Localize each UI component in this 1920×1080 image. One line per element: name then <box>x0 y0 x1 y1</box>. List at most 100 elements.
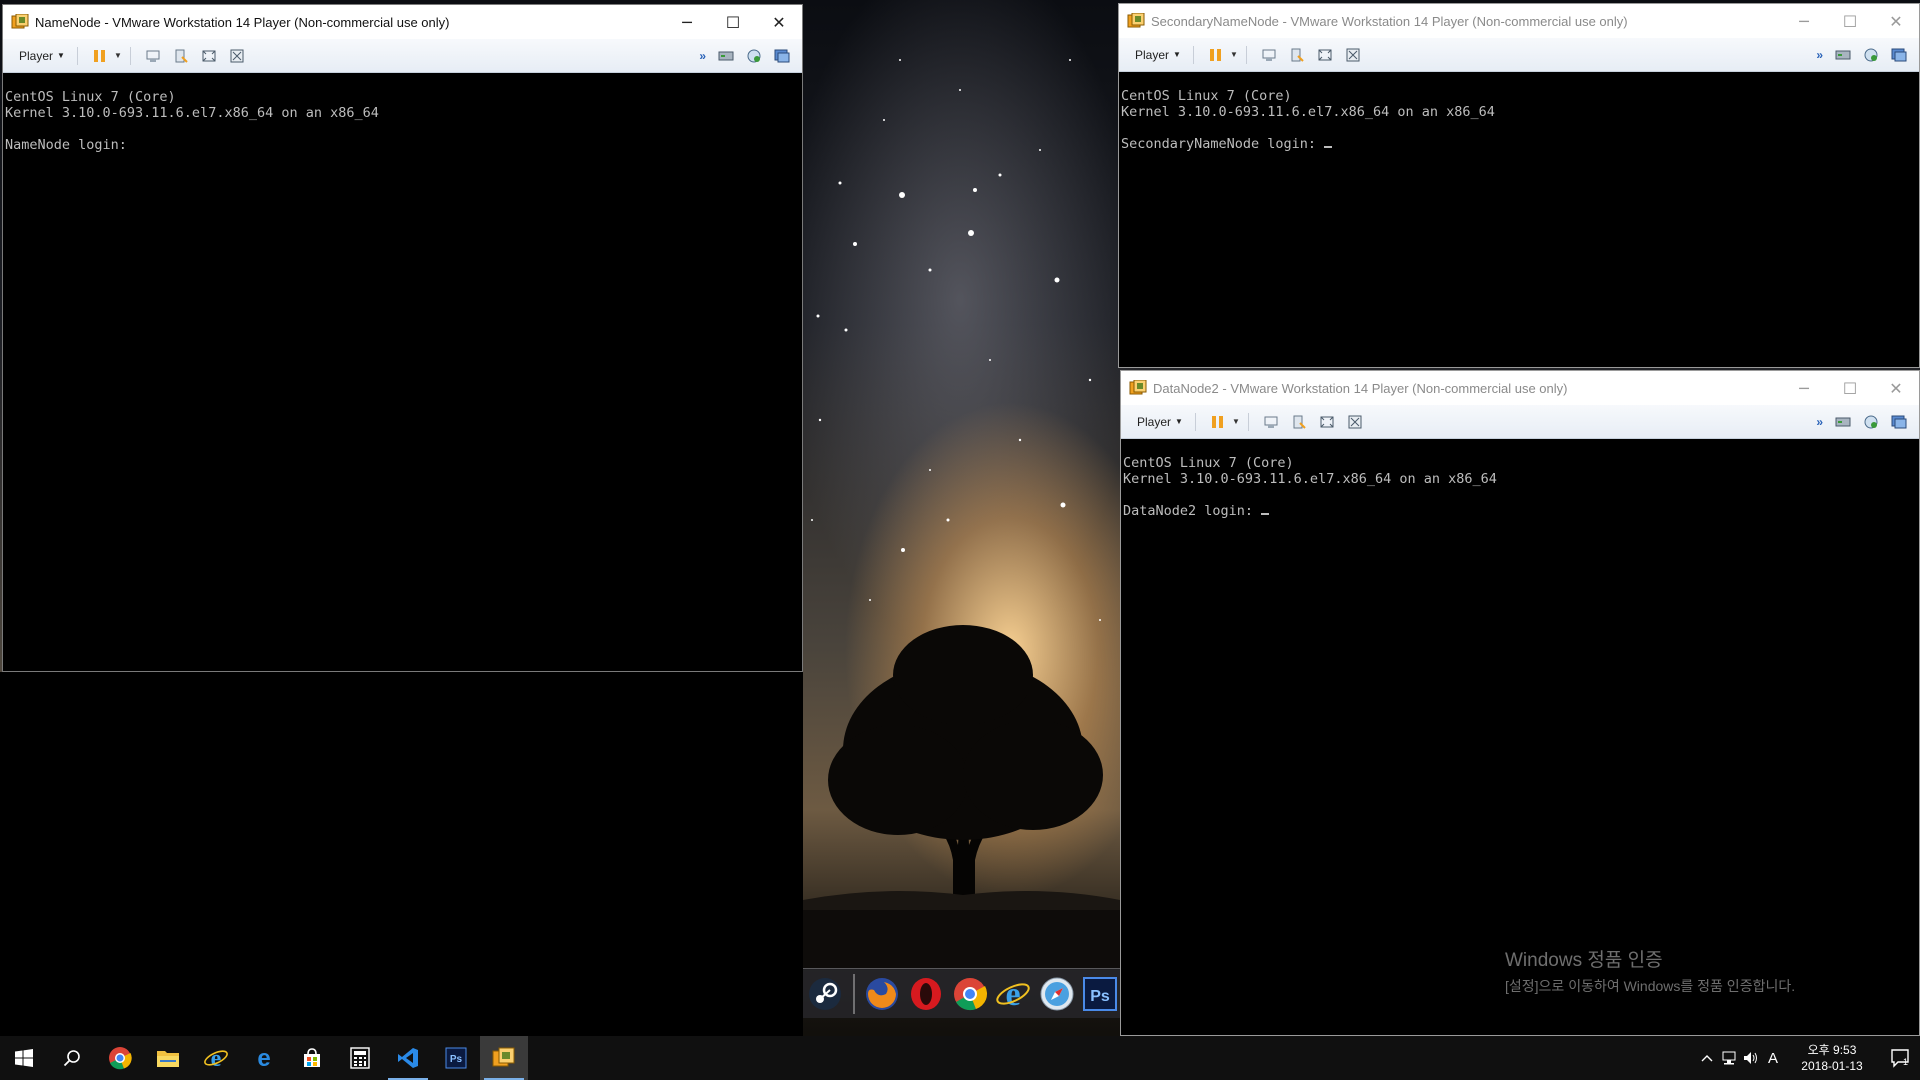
dock-divider <box>852 973 855 1014</box>
message-log-icon[interactable] <box>1890 413 1908 431</box>
taskbar-calculator[interactable] <box>336 1036 384 1080</box>
windows-start-icon <box>15 1049 33 1067</box>
firefox-icon[interactable] <box>863 974 903 1014</box>
desktop-console-area <box>0 672 803 1036</box>
show-hidden-icons-button[interactable] <box>1696 1054 1718 1062</box>
text-cursor <box>1324 136 1333 148</box>
calculator-icon <box>350 1047 370 1069</box>
system-tray: A 오후 9:53 2018-01-13 1 <box>1696 1036 1920 1080</box>
unity-icon[interactable] <box>228 47 246 65</box>
ctrl-alt-del-icon[interactable] <box>144 47 162 65</box>
maximize-button[interactable]: ☐ <box>1827 371 1873 405</box>
chevron-right-icon[interactable]: » <box>1816 415 1823 429</box>
close-button[interactable]: ✕ <box>1873 4 1919 38</box>
photoshop-icon: Ps <box>445 1047 467 1069</box>
player-menu-button[interactable]: Player ▼ <box>1131 45 1185 65</box>
ctrl-alt-del-icon[interactable] <box>1262 413 1280 431</box>
removable-devices-icon[interactable] <box>1288 46 1306 64</box>
caret-down-icon: ▼ <box>1173 50 1181 59</box>
taskbar-vmware[interactable] <box>480 1036 528 1080</box>
steam-icon[interactable] <box>805 974 845 1014</box>
minimize-button[interactable]: ─ <box>1781 371 1827 405</box>
action-center-button[interactable]: 1 <box>1880 1036 1920 1080</box>
taskbar-vscode[interactable] <box>384 1036 432 1080</box>
text-cursor <box>1261 503 1270 515</box>
toolbar-divider <box>1192 45 1194 64</box>
close-button[interactable]: ✕ <box>756 5 802 39</box>
maximize-button[interactable]: ☐ <box>1827 4 1873 38</box>
taskbar-edge[interactable]: e <box>240 1036 288 1080</box>
maximize-button[interactable]: ☐ <box>710 5 756 39</box>
removable-devices-icon[interactable] <box>172 47 190 65</box>
chevron-right-icon[interactable]: » <box>1816 48 1823 62</box>
close-button[interactable]: ✕ <box>1873 371 1919 405</box>
ime-indicator[interactable]: A <box>1762 1050 1784 1067</box>
network-icon[interactable] <box>1862 413 1880 431</box>
taskbar-store[interactable] <box>288 1036 336 1080</box>
taskbar-chrome[interactable] <box>96 1036 144 1080</box>
file-explorer-icon <box>157 1051 179 1067</box>
ie-icon[interactable]: e <box>993 974 1033 1014</box>
player-menu-button[interactable]: Player ▼ <box>15 46 69 66</box>
hard-disk-icon[interactable] <box>717 47 735 65</box>
taskbar-file-explorer[interactable] <box>144 1036 192 1080</box>
start-button[interactable] <box>0 1036 48 1080</box>
console-line: CentOS Linux 7 (Core) <box>1121 88 1292 104</box>
vmware-icon <box>1129 380 1147 395</box>
pause-dropdown-icon[interactable]: ▼ <box>1232 417 1240 426</box>
taskbar-ie[interactable]: e <box>192 1036 240 1080</box>
network-tray-button[interactable] <box>1718 1051 1740 1065</box>
toolbar-divider <box>1247 412 1249 431</box>
clock-date: 2018-01-13 <box>1801 1059 1863 1073</box>
chrome-icon[interactable] <box>950 974 990 1014</box>
network-icon[interactable] <box>745 47 763 65</box>
pause-icon[interactable] <box>1207 46 1225 64</box>
ctrl-alt-del-icon[interactable] <box>1260 46 1278 64</box>
console-login-prompt: SecondaryNameNode login: <box>1121 136 1325 152</box>
vm-console[interactable]: CentOS Linux 7 (Core) Kernel 3.10.0-693.1… <box>3 73 802 671</box>
hard-disk-icon[interactable] <box>1834 413 1852 431</box>
opera-icon[interactable] <box>906 974 946 1014</box>
network-icon[interactable] <box>1862 46 1880 64</box>
player-menu-label: Player <box>1137 414 1172 429</box>
caret-down-icon: ▼ <box>57 51 65 60</box>
fit-guest-icon[interactable] <box>200 47 218 65</box>
datanode2-window[interactable]: DataNode2 - VMware Workstation 14 Player… <box>1120 370 1920 1036</box>
minimize-button[interactable]: ─ <box>664 5 710 39</box>
svg-text:e: e <box>211 1046 222 1070</box>
unity-icon[interactable] <box>1346 413 1364 431</box>
minimize-button[interactable]: ─ <box>1781 4 1827 38</box>
console-login-prompt: DataNode2 login: <box>1123 503 1262 519</box>
photoshop-label: Ps <box>1090 988 1110 1005</box>
fit-guest-icon[interactable] <box>1318 413 1336 431</box>
message-log-icon[interactable] <box>1890 46 1908 64</box>
taskbar-clock[interactable]: 오후 9:53 2018-01-13 <box>1792 1042 1872 1074</box>
chevron-right-icon[interactable]: » <box>699 49 706 63</box>
taskbar-photoshop[interactable]: Ps <box>432 1036 480 1080</box>
pause-dropdown-icon[interactable]: ▼ <box>1230 50 1238 59</box>
search-button[interactable] <box>48 1036 96 1080</box>
pause-icon[interactable] <box>91 47 109 65</box>
toolbar-divider <box>1245 45 1247 64</box>
window-titlebar[interactable]: NameNode - VMware Workstation 14 Player … <box>3 5 802 39</box>
fit-guest-icon[interactable] <box>1316 46 1334 64</box>
caret-down-icon: ▼ <box>1175 417 1183 426</box>
photoshop-icon[interactable]: Ps <box>1080 974 1120 1014</box>
window-titlebar[interactable]: SecondaryNameNode - VMware Workstation 1… <box>1119 4 1919 38</box>
player-menu-button[interactable]: Player ▼ <box>1133 412 1187 432</box>
namenode-window[interactable]: NameNode - VMware Workstation 14 Player … <box>2 4 803 672</box>
unity-icon[interactable] <box>1344 46 1362 64</box>
pause-dropdown-icon[interactable]: ▼ <box>114 51 122 60</box>
pause-icon[interactable] <box>1209 413 1227 431</box>
window-titlebar[interactable]: DataNode2 - VMware Workstation 14 Player… <box>1121 371 1919 405</box>
removable-devices-icon[interactable] <box>1290 413 1308 431</box>
hard-disk-icon[interactable] <box>1834 46 1852 64</box>
safari-icon[interactable] <box>1037 974 1077 1014</box>
secondarynamenode-window[interactable]: SecondaryNameNode - VMware Workstation 1… <box>1118 3 1920 368</box>
message-log-icon[interactable] <box>773 47 791 65</box>
volume-tray-button[interactable] <box>1740 1051 1762 1065</box>
player-menu-label: Player <box>1135 47 1170 62</box>
vm-console[interactable]: CentOS Linux 7 (Core) Kernel 3.10.0-693.1… <box>1119 72 1919 367</box>
player-menu-label: Player <box>19 48 54 63</box>
activation-message: [설정]으로 이동하여 Windows를 정품 인증합니다. <box>1505 978 1796 994</box>
